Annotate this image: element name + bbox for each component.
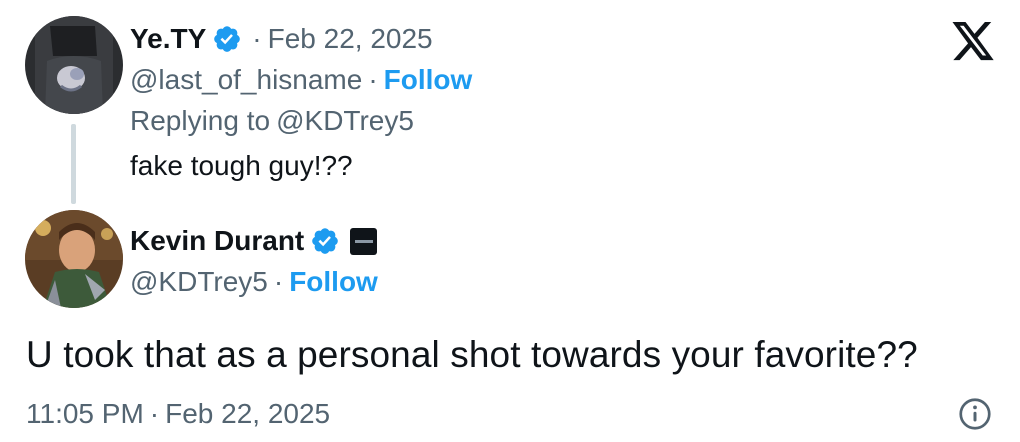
x-logo-icon[interactable] — [950, 22, 996, 64]
replying-to-label: Replying to — [130, 105, 271, 136]
affiliation-badge-icon[interactable] — [350, 227, 378, 255]
dot-separator: · — [149, 398, 160, 429]
main-author-avatar[interactable] — [25, 210, 123, 308]
tweet-time[interactable]: 11:05 PM — [26, 398, 144, 430]
reply-text: fake tough guy!?? — [130, 150, 353, 181]
dot-separator: · — [368, 64, 378, 95]
thread-connector-line — [71, 124, 76, 204]
reply-author-avatar[interactable] — [25, 16, 123, 114]
dot-separator: · — [252, 23, 262, 54]
info-icon[interactable] — [957, 396, 993, 432]
verified-badge-icon — [310, 226, 340, 256]
verified-badge-icon — [212, 24, 242, 54]
dot-separator: · — [273, 266, 284, 297]
main-tweet-text: U took that as a personal shot towards y… — [26, 334, 918, 375]
replying-to-handle[interactable]: @KDTrey5 — [276, 105, 414, 137]
follow-button[interactable]: Follow — [289, 266, 378, 298]
follow-button[interactable]: Follow — [384, 64, 473, 96]
reply-date[interactable]: Feb 22, 2025 — [268, 23, 433, 55]
main-author-handle[interactable]: @KDTrey5 — [130, 266, 268, 298]
main-author-name[interactable]: Kevin Durant — [130, 225, 304, 257]
reply-author-name[interactable]: Ye.TY — [130, 23, 206, 55]
reply-author-handle[interactable]: @last_of_hisname — [130, 64, 362, 96]
tweet-date[interactable]: Feb 22, 2025 — [165, 398, 330, 430]
